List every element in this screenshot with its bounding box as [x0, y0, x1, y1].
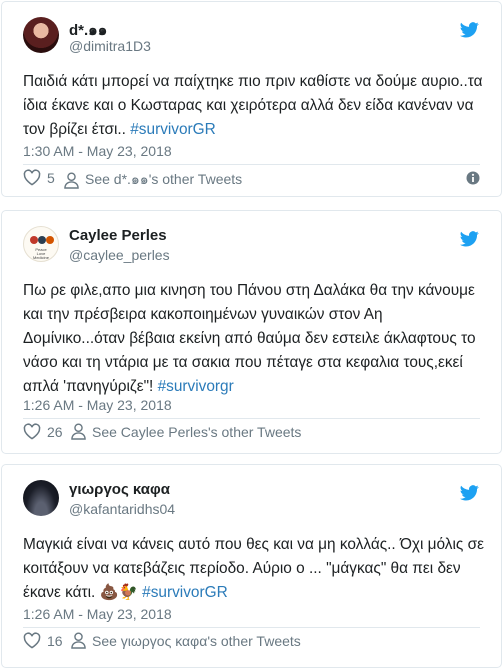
divider	[23, 627, 480, 628]
other-tweets-label: See γιωργος καφα's other Tweets	[92, 632, 301, 649]
avatar-dot	[46, 236, 54, 244]
tweet-text: Πω ρε φιλε,απο μια κινηση του Πάνου στη …	[23, 279, 485, 399]
tweet-card: d*.๑๑ @dimitra1D3 Παιδιά κάτι μπορεί να …	[1, 1, 502, 197]
tweet-feed: d*.๑๑ @dimitra1D3 Παιδιά κάτι μπορεί να …	[0, 0, 503, 668]
author-handle[interactable]: @kafantaridhs04	[69, 501, 175, 517]
tweet-text: Παιδιά κάτι μπορεί να παίχτηκε πιο πριν …	[23, 70, 485, 142]
person-icon	[64, 171, 79, 189]
tweet-actions: 26 See Caylee Perles's other Tweets	[23, 423, 480, 445]
tweet-text: Μαγκιά είναι να κάνεις αυτό που θες και …	[23, 533, 485, 605]
twitter-bird-icon[interactable]	[460, 22, 479, 38]
avatar-dot	[30, 236, 38, 244]
hashtag-link[interactable]: #survivorGR	[130, 121, 216, 138]
like-count: 16	[47, 632, 63, 649]
heart-icon	[23, 169, 41, 186]
avatar-dot	[38, 236, 46, 244]
like-button[interactable]: 16	[23, 632, 63, 649]
heart-icon	[23, 632, 41, 649]
avatar[interactable]	[23, 17, 59, 53]
other-tweets-link[interactable]: See γιωργος καφα's other Tweets	[71, 632, 301, 649]
twitter-bird-icon[interactable]	[460, 231, 479, 247]
tweet-card: Peace Love Medicine Caylee Perles @cayle…	[1, 210, 502, 454]
author-name[interactable]: γιωργος καφα	[69, 481, 170, 498]
author-handle[interactable]: @caylee_perles	[69, 247, 170, 263]
like-count: 5	[47, 169, 55, 186]
like-count: 26	[47, 423, 63, 440]
author-handle[interactable]: @dimitra1D3	[69, 38, 151, 54]
other-tweets-link[interactable]: See Caylee Perles's other Tweets	[71, 423, 301, 440]
divider	[23, 418, 480, 419]
author-name[interactable]: Caylee Perles	[69, 227, 167, 244]
timestamp[interactable]: 1:26 AM - May 23, 2018	[23, 397, 172, 413]
tweet-card: γιωργος καφα @kafantaridhs04 Μαγκιά είνα…	[1, 464, 502, 668]
avatar-text: Medicine	[32, 255, 49, 260]
info-icon[interactable]	[466, 171, 480, 185]
timestamp[interactable]: 1:30 AM - May 23, 2018	[23, 143, 172, 159]
other-tweets-link[interactable]: See d*.๑๑'s other Tweets	[64, 169, 242, 191]
timestamp[interactable]: 1:26 AM - May 23, 2018	[23, 606, 172, 622]
person-icon	[71, 632, 86, 649]
hashtag-link[interactable]: #survivorgr	[158, 378, 234, 395]
person-icon	[71, 423, 86, 440]
hashtag-link[interactable]: #survivorGR	[142, 584, 228, 601]
tweet-body: Παιδιά κάτι μπορεί να παίχτηκε πιο πριν …	[23, 73, 483, 138]
like-button[interactable]: 5	[23, 169, 55, 186]
divider	[23, 164, 480, 165]
other-tweets-label: See Caylee Perles's other Tweets	[92, 423, 302, 440]
emoji-group: 💩🐓	[99, 584, 138, 601]
tweet-body: Μαγκιά είναι να κάνεις αυτό που θες και …	[23, 536, 484, 601]
avatar[interactable]: Peace Love Medicine	[23, 226, 59, 262]
heart-icon	[23, 423, 41, 440]
twitter-bird-icon[interactable]	[460, 485, 479, 501]
tweet-actions: 16 See γιωργος καφα's other Tweets	[23, 632, 480, 654]
tweet-actions: 5 See d*.๑๑'s other Tweets	[23, 169, 480, 191]
like-button[interactable]: 26	[23, 423, 63, 440]
tweet-body: Πω ρε φιλε,απο μια κινηση του Πάνου στη …	[23, 282, 476, 395]
avatar[interactable]	[23, 480, 59, 516]
other-tweets-label: See d*.๑๑'s other Tweets	[85, 171, 243, 187]
